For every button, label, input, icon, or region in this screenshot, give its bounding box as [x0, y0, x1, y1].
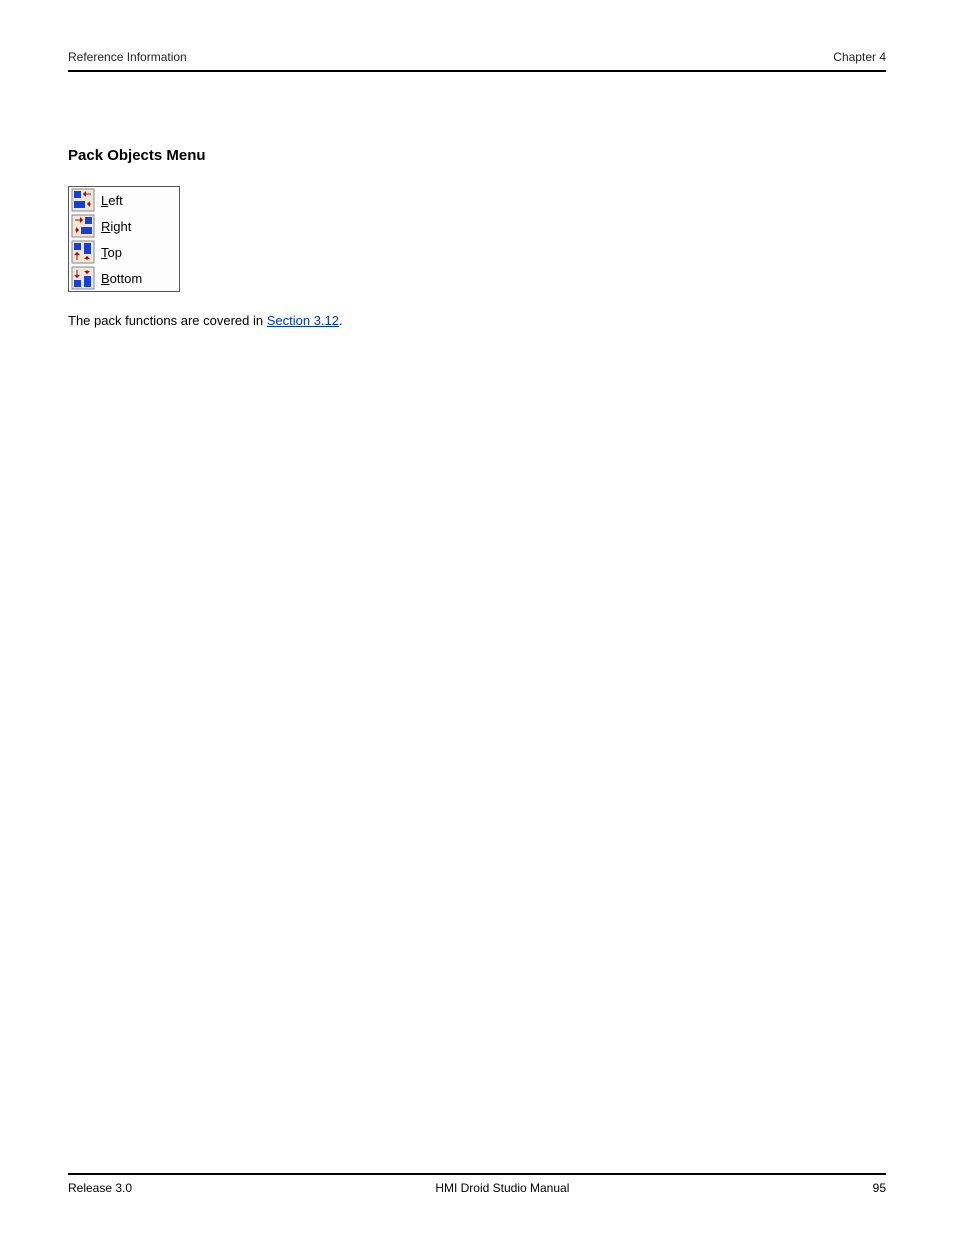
body-paragraph: The pack functions are covered in Sectio…: [68, 312, 748, 331]
footer-left: Release 3.0: [68, 1181, 132, 1195]
section-heading: Pack Objects Menu: [68, 147, 886, 164]
menu-label-bottom: Bottom: [101, 271, 142, 286]
pack-left-icon: [71, 188, 95, 212]
menu-label-top: Top: [101, 245, 122, 260]
menu-item-bottom[interactable]: Bottom: [69, 265, 179, 291]
header-left: Reference Information: [68, 50, 187, 64]
paragraph-before: The pack functions are covered in: [68, 313, 267, 328]
menu-item-top[interactable]: Top: [69, 239, 179, 265]
header-right: Chapter 4: [833, 50, 886, 64]
menu-label-left: Left: [101, 193, 123, 208]
pack-objects-menu: Left Right: [68, 186, 180, 292]
footer-right: 95: [873, 1181, 886, 1195]
page-footer: Release 3.0 HMI Droid Studio Manual 95: [68, 1173, 886, 1195]
section-link[interactable]: Section 3.12: [267, 313, 339, 328]
footer-center: HMI Droid Studio Manual: [435, 1181, 569, 1195]
pack-right-icon: [71, 214, 95, 238]
paragraph-after: .: [339, 313, 343, 328]
menu-item-right[interactable]: Right: [69, 213, 179, 239]
menu-label-right: Right: [101, 219, 131, 234]
pack-top-icon: [71, 240, 95, 264]
page-header: Reference Information Chapter 4: [68, 50, 886, 72]
menu-item-left[interactable]: Left: [69, 187, 179, 213]
pack-bottom-icon: [71, 266, 95, 290]
